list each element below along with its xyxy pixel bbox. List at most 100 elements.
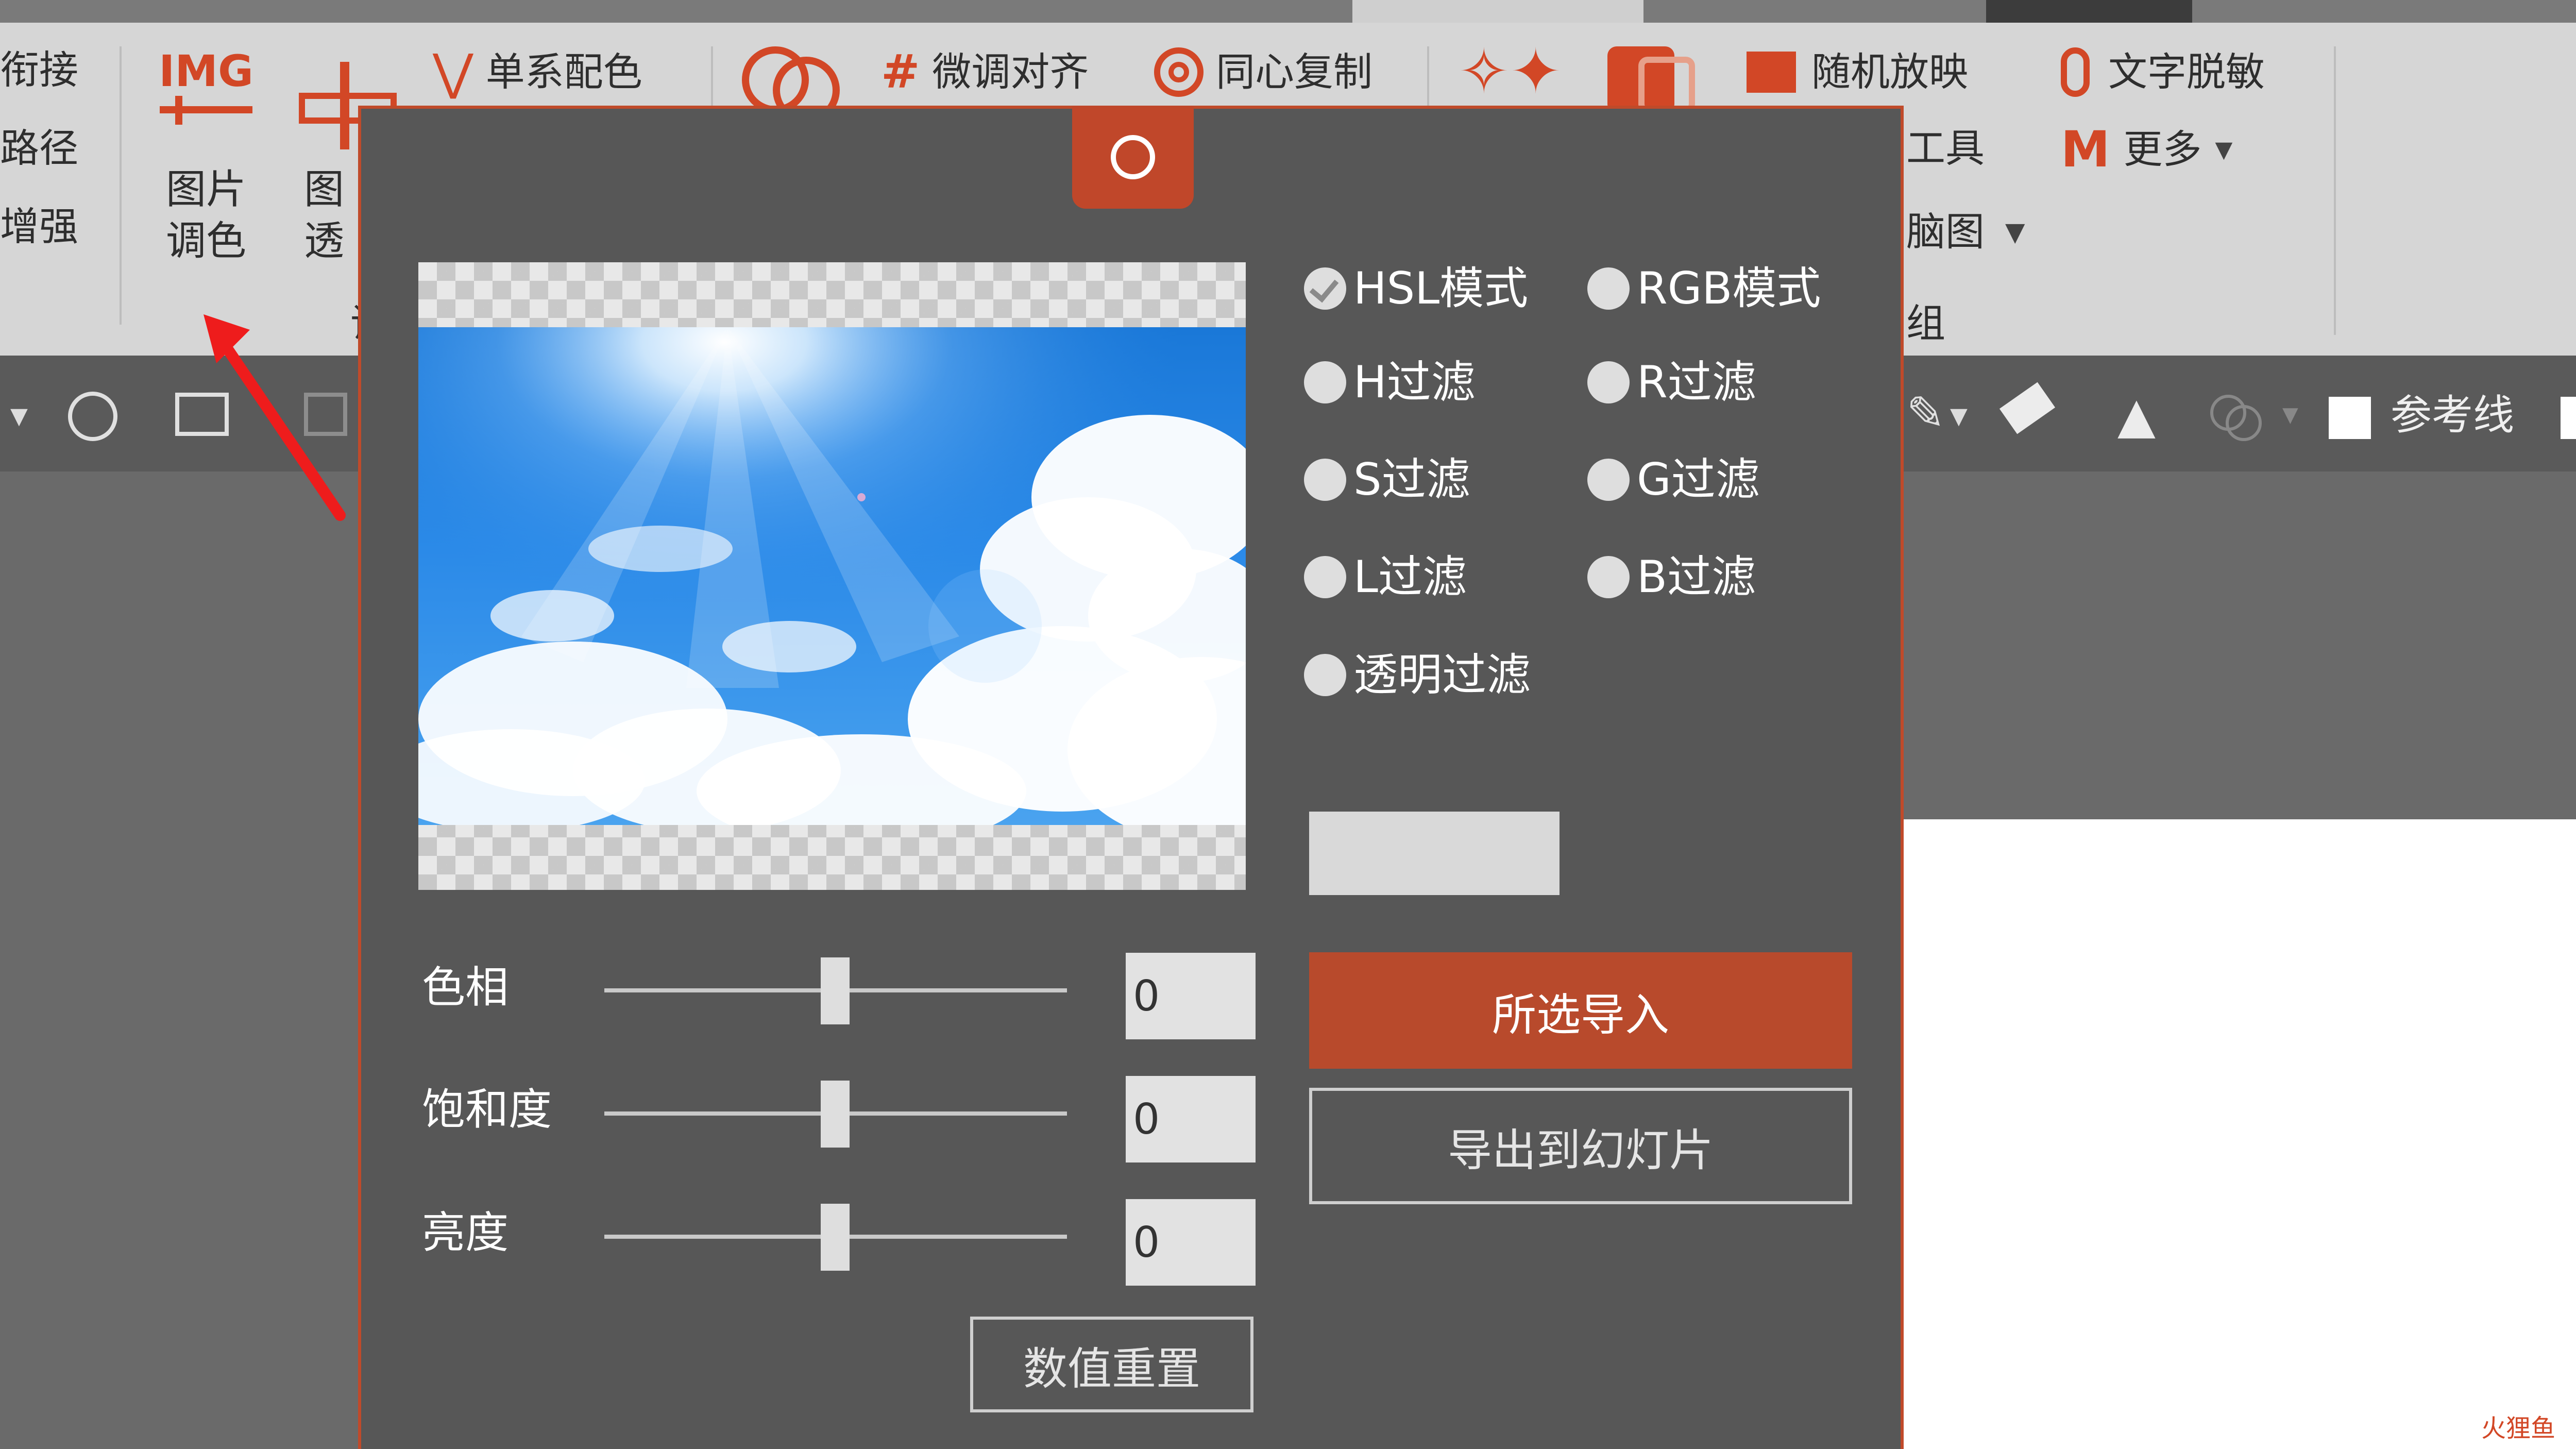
m-logo-icon: M [2061,121,2110,178]
mode-hsl-label: HSL模式 [1353,263,1529,314]
filter-s-label: S过滤 [1353,454,1470,506]
dialog-handle[interactable] [1072,106,1194,209]
circle-tool-icon[interactable] [68,392,117,441]
mindmap-button[interactable]: 脑图 ▼ [1906,206,2025,258]
filter-s[interactable]: S过滤 [1304,458,1470,502]
filter-alpha[interactable]: 透明过滤 [1304,653,1531,697]
random-slideshow-label: 随机放映 [1811,49,1968,95]
more-label: 更多 [2123,126,2202,172]
filter-g[interactable]: G过滤 [1587,458,1760,502]
ribbon-separator [2334,46,2336,335]
ribbon-item-tools[interactable]: 工具 [1906,129,1985,168]
tab-highlight [1352,0,1643,23]
filter-g-label: G过滤 [1637,454,1760,506]
export-to-slide-button[interactable]: 导出到幻灯片 [1309,1088,1852,1204]
hue-slider-thumb[interactable] [821,957,850,1024]
guide-lines-checkbox[interactable] [2329,397,2371,439]
tab-dark [1986,0,2192,23]
picture-color-label-1: 图片 [165,166,246,213]
filter-h-label: H过滤 [1353,357,1476,408]
concentric-copy-button[interactable]: 同心复制 [1154,46,1372,98]
filter-b[interactable]: B过滤 [1587,555,1756,599]
microphone-icon [2061,47,2090,97]
chevron-down-icon[interactable]: ▼ [2282,403,2298,427]
chevron-down-icon[interactable]: ▼ [10,403,28,429]
more-button[interactable]: M 更多 ▼ [2061,124,2232,175]
saturation-slider-thumb[interactable] [821,1081,850,1148]
eraser-icon[interactable] [1999,382,2056,434]
picture-color-label-2: 调色 [165,218,246,264]
saturation-label: 饱和度 [422,1084,552,1135]
circle-icon [1111,135,1155,179]
filter-r[interactable]: R过滤 [1587,360,1756,405]
filter-h[interactable]: H过滤 [1304,360,1476,405]
title-bar [0,0,2576,23]
circle-overlap-icon[interactable] [742,41,845,124]
radio-icon [1304,556,1346,598]
slide-canvas [1901,819,2576,1449]
text-desensitize-label: 文字脱敏 [2108,49,2265,95]
concentric-icon [1154,47,1204,97]
mode-rgb[interactable]: RGB模式 [1587,266,1821,311]
reset-values-button[interactable]: 数值重置 [970,1317,1253,1412]
mindmap-label: 脑图 [1906,209,1985,255]
ribbon-item-transition[interactable]: 衔接 [0,50,78,90]
brush-icon[interactable]: ✎ [1906,386,1945,441]
watermark: 火狸鱼 [2481,1414,2555,1443]
filter-l[interactable]: L过滤 [1304,555,1467,599]
picture-color-dialog: HSL模式 RGB模式 H过滤 R过滤 S过滤 G过滤 L过滤 B过滤 透明过滤… [358,106,1904,1449]
radio-icon [1304,654,1346,696]
img-icon: IMG [155,49,258,137]
shape-icon[interactable] [1607,41,1700,113]
radio-icon [1587,361,1630,403]
chevron-down-icon[interactable]: ▼ [1950,403,1968,429]
filter-r-label: R过滤 [1637,357,1756,408]
saturation-input[interactable]: 0 [1126,1076,1256,1162]
sky-image [418,327,1246,825]
text-desensitize-button[interactable]: 文字脱敏 [2061,46,2265,98]
import-selected-button[interactable]: 所选导入 [1309,952,1852,1069]
hue-label: 色相 [422,962,509,1013]
merge-icon[interactable] [2210,390,2262,441]
image-preview [418,262,1246,890]
ribbon-item-enhance[interactable]: 增强 [0,207,78,246]
guide-lines-label: 参考线 [2391,391,2514,439]
chevron-down-icon: ▼ [2215,136,2233,163]
fine-align-button[interactable]: # 微调对齐 [881,46,1089,98]
checkbox-icon[interactable] [2561,397,2576,439]
mode-rgb-label: RGB模式 [1637,263,1821,314]
filter-b-label: B过滤 [1637,551,1756,603]
radio-icon [1304,361,1346,403]
radio-icon [1304,459,1346,501]
picture-transparency-label-2: 透 [304,218,345,264]
hash-align-icon: # [881,45,920,99]
concentric-copy-label: 同心复制 [1216,49,1372,95]
picture-transparency-label-1: 图 [304,166,345,213]
radio-icon [1587,459,1630,501]
ribbon-separator [120,46,122,325]
hue-input[interactable]: 0 [1126,953,1256,1039]
radio-icon [1587,556,1630,598]
ribbon-item-path[interactable]: 路径 [0,129,78,168]
filter-alpha-label: 透明过滤 [1353,649,1531,701]
brightness-slider-thumb[interactable] [821,1204,850,1271]
filter-l-label: L过滤 [1353,551,1467,603]
filter-icon[interactable]: ▲ [2117,386,2156,444]
crop-icon[interactable] [304,393,347,436]
ribbon-separator [1427,46,1429,108]
textbox-icon[interactable] [175,393,229,436]
radio-icon [1587,267,1630,310]
slideshow-icon [1747,52,1796,93]
picture-color-button[interactable]: IMG 图片 调色 [144,46,268,283]
chevron-down-icon: ⋁ [433,43,473,101]
ribbon-group-label: 组 [1906,300,1945,346]
star-icon[interactable]: ✧✦ [1458,41,1562,103]
chevron-down-icon: ▼ [2005,217,2025,247]
mode-hsl[interactable]: HSL模式 [1304,266,1528,311]
color-swatch[interactable] [1309,812,1560,895]
mono-color-button[interactable]: ⋁ 单系配色 [433,46,642,98]
random-slideshow-button[interactable]: 随机放映 [1747,46,1968,98]
radio-checked-icon [1304,267,1346,310]
brightness-input[interactable]: 0 [1126,1199,1256,1286]
brightness-label: 亮度 [422,1207,509,1258]
